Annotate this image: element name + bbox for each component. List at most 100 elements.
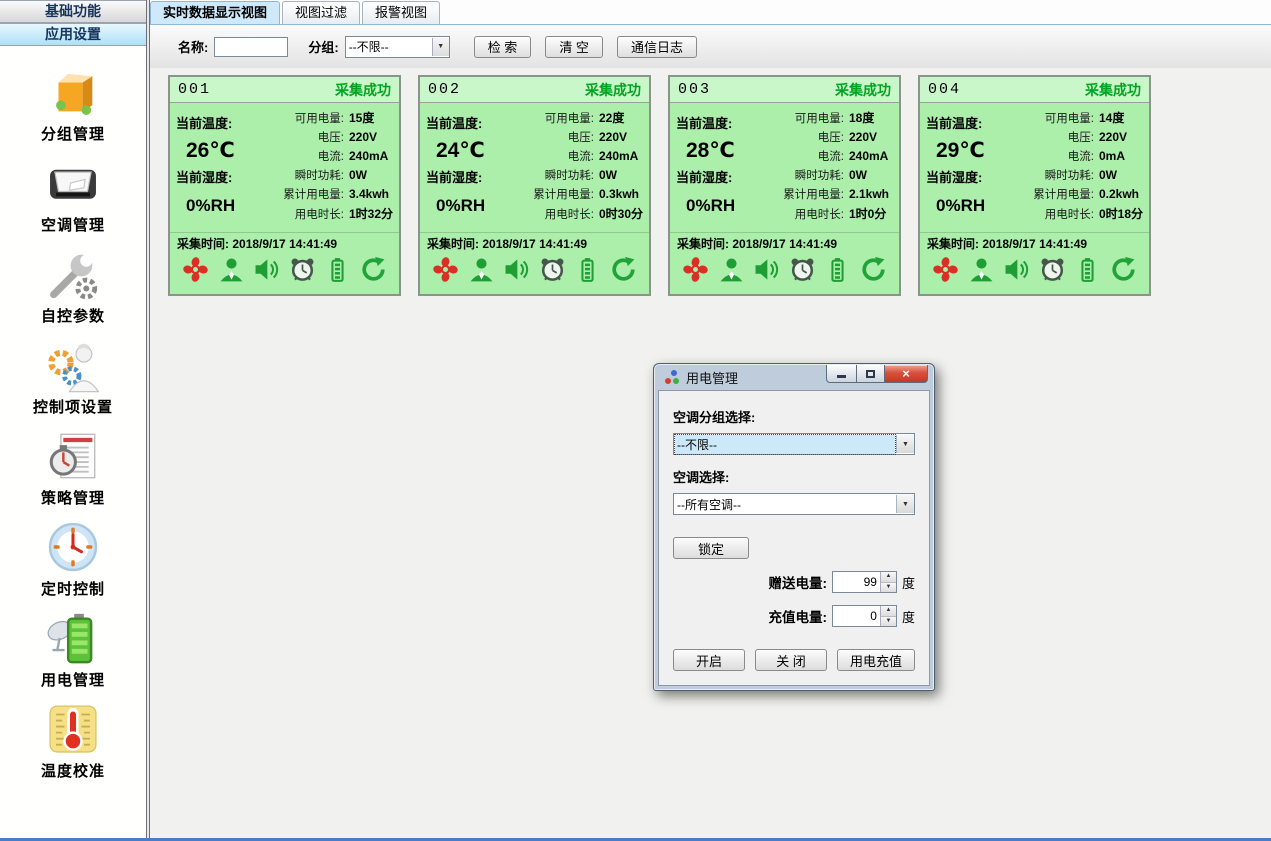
field-value: 1时0分 — [849, 205, 886, 222]
sidebar-item-strategy-management[interactable]: 策略管理 — [0, 422, 146, 513]
group-select[interactable]: --不限-- ▼ — [345, 36, 450, 58]
spin-up-icon[interactable]: ▲ — [881, 606, 896, 617]
tab-alarm-view[interactable]: 报警视图 — [362, 1, 440, 24]
comm-log-button[interactable]: 通信日志 — [617, 36, 697, 58]
fan-icon[interactable] — [932, 256, 959, 288]
humidity-value: 0%RH — [936, 196, 1018, 216]
sidebar-item-ac-management[interactable]: 空调管理 — [0, 149, 146, 240]
fan-icon[interactable] — [432, 256, 459, 288]
sidebar-item-temp-calibration[interactable]: 温度校准 — [0, 695, 146, 786]
field-value: 0W — [599, 168, 617, 182]
spin-down-icon[interactable]: ▼ — [881, 583, 896, 593]
field-label: 可用电量: — [768, 110, 844, 126]
spin-down-icon[interactable]: ▼ — [881, 617, 896, 627]
lock-button[interactable]: 锁定 — [673, 537, 749, 559]
field-label: 用电时长: — [518, 206, 594, 222]
temp-value: 24℃ — [436, 138, 518, 163]
field-value: 0mA — [1099, 149, 1125, 163]
field-label: 累计用电量: — [518, 186, 594, 202]
sidebar-item-label: 分组管理 — [41, 123, 105, 144]
clear-button[interactable]: 清 空 — [545, 36, 603, 58]
power-recharge-button[interactable]: 用电充值 — [837, 649, 915, 671]
temp-value: 29℃ — [936, 138, 1018, 163]
alarm-clock-icon[interactable] — [539, 256, 566, 288]
maximize-button[interactable] — [857, 365, 885, 383]
sidebar-item-label: 策略管理 — [41, 487, 105, 508]
humidity-label: 当前湿度: — [676, 167, 768, 186]
speaker-icon[interactable] — [503, 256, 530, 288]
chevron-down-icon[interactable]: ▼ — [896, 435, 914, 453]
sidebar-item-label: 用电管理 — [41, 669, 105, 690]
field-value: 240mA — [849, 149, 888, 163]
name-input[interactable] — [214, 37, 288, 57]
battery-icon[interactable] — [324, 256, 351, 288]
speaker-icon[interactable] — [753, 256, 780, 288]
alarm-clock-icon[interactable] — [289, 256, 316, 288]
accordion-basic-functions[interactable]: 基础功能 — [0, 0, 146, 23]
dialog-title: 用电管理 — [686, 368, 826, 387]
close-button[interactable]: 关 闭 — [755, 649, 827, 671]
sidebar-item-control-item-settings[interactable]: 控制项设置 — [0, 331, 146, 422]
device-card-header: 004 采集成功 — [920, 77, 1149, 103]
device-card-actions — [920, 254, 1149, 294]
tab-view-filter[interactable]: 视图过滤 — [282, 1, 360, 24]
battery-icon[interactable] — [824, 256, 851, 288]
tab-realtime-data-view[interactable]: 实时数据显示视图 — [150, 1, 280, 24]
field-value: 240mA — [349, 149, 388, 163]
sidebar-item-power-management[interactable]: 用电管理 — [0, 604, 146, 695]
gift-power-label: 赠送电量: — [768, 572, 827, 592]
sidebar-item-auto-control-params[interactable]: 自控参数 — [0, 240, 146, 331]
field-value: 0时18分 — [1099, 205, 1143, 222]
open-button[interactable]: 开启 — [673, 649, 745, 671]
temp-label: 当前温度: — [426, 113, 518, 132]
field-value: 0.3kwh — [599, 187, 639, 201]
minimize-button[interactable] — [826, 365, 857, 383]
sidebar-item-label: 自控参数 — [41, 305, 105, 326]
battery-icon[interactable] — [574, 256, 601, 288]
sidebar-items: 分组管理 空调管理 — [0, 46, 146, 786]
refresh-icon[interactable] — [860, 256, 887, 288]
temp-label: 当前温度: — [926, 113, 1018, 132]
search-button[interactable]: 检 索 — [474, 36, 532, 58]
user-icon[interactable] — [468, 256, 495, 288]
gift-power-input[interactable] — [833, 572, 880, 592]
refresh-icon[interactable] — [1110, 256, 1137, 288]
group-label: 分组: — [308, 37, 338, 56]
ac-group-select[interactable]: --不限-- ▼ — [673, 433, 915, 455]
collect-time: 采集时间: 2018/9/17 14:41:49 — [420, 232, 649, 254]
alarm-clock-icon[interactable] — [1039, 256, 1066, 288]
refresh-icon[interactable] — [360, 256, 387, 288]
device-card-header: 003 采集成功 — [670, 77, 899, 103]
sidebar-item-label: 控制项设置 — [33, 396, 113, 417]
collect-status: 采集成功 — [835, 80, 891, 100]
spin-up-icon[interactable]: ▲ — [881, 572, 896, 583]
sidebar-item-timer-control[interactable]: 定时控制 — [0, 513, 146, 604]
fan-icon[interactable] — [182, 256, 209, 288]
app-window: 基础功能 应用设置 分组管理 — [0, 0, 1271, 841]
user-icon[interactable] — [968, 256, 995, 288]
speaker-icon[interactable] — [253, 256, 280, 288]
ac-select[interactable]: --所有空调-- ▼ — [673, 493, 915, 515]
chevron-down-icon[interactable]: ▼ — [896, 495, 914, 513]
recharge-power-input[interactable] — [833, 606, 880, 626]
sidebar: 基础功能 应用设置 分组管理 — [0, 0, 146, 841]
device-card-body: 当前温度: 29℃ 当前湿度: 0%RH 可用电量:14度 电压:220V 电流… — [920, 103, 1149, 232]
humidity-label: 当前湿度: — [176, 167, 268, 186]
refresh-icon[interactable] — [610, 256, 637, 288]
app-dots-icon — [664, 369, 680, 385]
fan-icon[interactable] — [682, 256, 709, 288]
dialog-titlebar[interactable]: 用电管理 × — [658, 364, 930, 390]
speaker-icon[interactable] — [1003, 256, 1030, 288]
user-icon[interactable] — [718, 256, 745, 288]
accordion-app-settings[interactable]: 应用设置 — [0, 23, 146, 46]
tab-bar: 实时数据显示视图 视图过滤 报警视图 — [150, 0, 1271, 25]
field-label: 电压: — [1018, 129, 1094, 145]
user-icon[interactable] — [218, 256, 245, 288]
sidebar-item-group-management[interactable]: 分组管理 — [0, 58, 146, 149]
battery-icon[interactable] — [1074, 256, 1101, 288]
close-icon[interactable]: × — [885, 365, 928, 383]
field-label: 用电时长: — [1018, 206, 1094, 222]
alarm-clock-icon[interactable] — [789, 256, 816, 288]
temp-label: 当前温度: — [676, 113, 768, 132]
clock-icon — [44, 518, 102, 576]
